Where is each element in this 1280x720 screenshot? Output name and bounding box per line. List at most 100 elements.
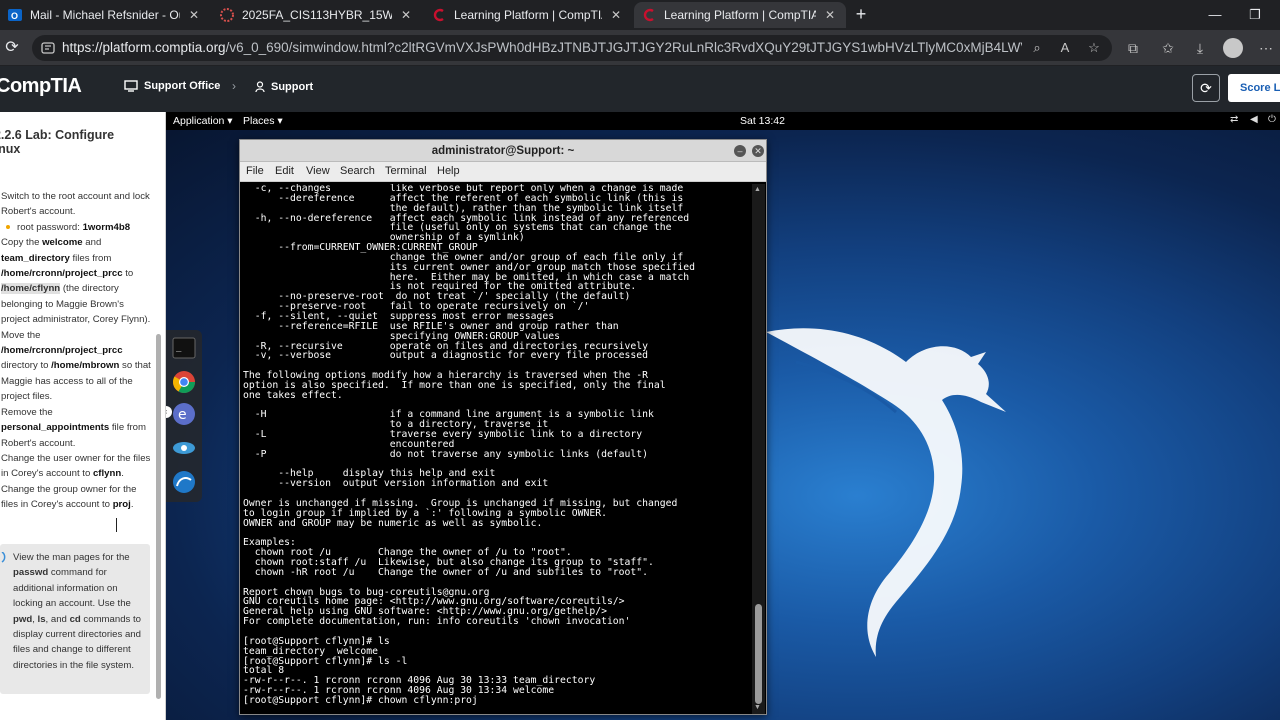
step-keyword: /home/rcronn/project_prcc xyxy=(1,345,123,357)
step-text: Remove the xyxy=(1,406,53,418)
downloads-icon[interactable]: ⤓ xyxy=(1190,39,1210,57)
menu-view[interactable]: View xyxy=(306,165,330,177)
score-lab-button[interactable]: Score Lab xyxy=(1228,74,1280,102)
browser-e-icon[interactable]: e xyxy=(172,402,196,426)
step-keyword: proj xyxy=(112,499,131,511)
hint-keyword: ls xyxy=(37,613,46,625)
tab-outlook[interactable]: O Mail - Michael Refsnider - Outlook ✕ xyxy=(0,2,210,28)
menu-file[interactable]: File xyxy=(246,165,264,177)
minimize-window-button[interactable]: – xyxy=(734,145,746,157)
eye-icon[interactable] xyxy=(172,436,196,460)
step-remove-file: Remove the personal_appointments file fr… xyxy=(1,405,153,451)
minimize-button[interactable]: — xyxy=(1200,4,1230,26)
step-text: Move the xyxy=(1,329,41,341)
places-menu[interactable]: Places ▾ xyxy=(243,115,283,127)
step-keyword: personal_appointments xyxy=(1,422,110,434)
favorite-star-icon[interactable]: ☆ xyxy=(1085,39,1103,57)
outlook-icon: O xyxy=(8,9,22,21)
reload-icon[interactable]: ⟳ xyxy=(2,38,22,58)
terminal-output-area[interactable]: -c, --changes like verbose but report on… xyxy=(243,184,749,714)
zoom-icon[interactable]: ⌕ xyxy=(1028,39,1046,57)
step-copy-files: Copy the welcome and team_directory file… xyxy=(1,235,153,327)
step-lock-account: Switch to the root account and lock Robe… xyxy=(1,189,153,220)
power-icon[interactable]: ⏻ xyxy=(1268,114,1276,125)
instruction-list: Switch to the root account and lock Robe… xyxy=(1,189,153,513)
terminal-window[interactable]: administrator@Support: ~ – ✕ File Edit V… xyxy=(239,139,767,715)
comptia-icon xyxy=(643,8,654,22)
hint-text: View the man pages for the passwd comman… xyxy=(13,550,147,673)
tab-label: Learning Platform | CompTIA xyxy=(664,8,816,22)
url-text[interactable]: https://platform.comptia.org/v6_0_690/si… xyxy=(62,40,1022,55)
application-menu[interactable]: Application ▾ xyxy=(173,115,233,127)
chrome-icon[interactable] xyxy=(172,370,196,394)
url-path: /v6_0_690/simwindow.html?c2ltRGVmVXJsPWh… xyxy=(225,40,1022,55)
browser-toolbar: ⟳ https://platform.comptia.org/v6_0_690/… xyxy=(0,30,1280,66)
menu-terminal[interactable]: Terminal xyxy=(385,165,427,177)
step-keyword: /home/mbrown xyxy=(51,360,120,372)
step-keyword: team_directory xyxy=(1,252,70,264)
scrollbar-thumb[interactable] xyxy=(755,604,762,704)
more-menu-icon[interactable]: ⋯ xyxy=(1256,39,1276,57)
profile-avatar[interactable] xyxy=(1223,38,1243,58)
tab-comptia-1[interactable]: Learning Platform | CompTIA ✕ xyxy=(424,2,632,28)
tab-course[interactable]: 2025FA_CIS113HYBR_15WK IT Ha... ✕ xyxy=(212,2,422,28)
step-text: . xyxy=(121,468,124,480)
site-info-icon[interactable] xyxy=(40,40,56,56)
kali-app-icon[interactable] xyxy=(172,470,196,494)
close-window-button[interactable]: ✕ xyxy=(752,145,764,157)
person-icon xyxy=(255,81,265,93)
support-nav[interactable]: Support xyxy=(255,81,313,93)
lab-title-text: 12.2.6 Lab: Configure Linux xyxy=(0,128,115,156)
maximize-button[interactable]: ❐ xyxy=(1240,4,1270,26)
gnome-top-bar: Application ▾ Places ▾ Sat 13:42 ⇄ ◀ ⏻ xyxy=(166,112,1280,130)
kali-dragon-logo xyxy=(766,328,1006,657)
application-dock: _ e xyxy=(166,330,202,502)
step-text: . xyxy=(130,499,134,511)
monitor-icon xyxy=(124,80,138,92)
tab-comptia-2[interactable]: Learning Platform | CompTIA ✕ xyxy=(634,2,846,28)
terminal-menubar: File Edit View Search Terminal Help xyxy=(240,162,766,182)
terminal-icon[interactable]: _ xyxy=(172,336,196,360)
new-tab-button[interactable]: + xyxy=(850,4,872,26)
step-text: Switch to the root account and lock Robe… xyxy=(1,191,150,218)
step-text: and xyxy=(82,237,102,249)
lab-title: 12.2.6 Lab: Configure Linux xyxy=(0,128,137,156)
menu-help[interactable]: Help xyxy=(437,165,460,177)
close-icon[interactable]: ✕ xyxy=(822,8,838,22)
step-move-directory: Move the /home/rcronn/project_prcc direc… xyxy=(1,328,153,405)
lightbulb-icon xyxy=(1,552,6,563)
course-icon xyxy=(220,8,234,22)
tab-label: Learning Platform | CompTIA xyxy=(454,8,602,22)
lab-refresh-button[interactable]: ⟳ xyxy=(1192,74,1220,102)
scroll-down-arrow[interactable]: ▼ xyxy=(754,704,761,711)
menu-search[interactable]: Search xyxy=(340,165,375,177)
close-icon[interactable]: ✕ xyxy=(608,8,624,22)
svg-text:_: _ xyxy=(176,343,182,353)
browser-tab-strip: O Mail - Michael Refsnider - Outlook ✕ 2… xyxy=(0,0,1280,30)
close-icon[interactable]: ✕ xyxy=(186,8,202,22)
step-text: files from xyxy=(69,252,112,264)
address-bar[interactable]: https://platform.comptia.org/v6_0_690/si… xyxy=(32,35,1112,61)
step-text: directory to xyxy=(1,360,52,372)
menu-edit[interactable]: Edit xyxy=(275,165,294,177)
extensions-icon[interactable]: ⧉ xyxy=(1123,39,1143,57)
close-icon[interactable]: ✕ xyxy=(398,8,414,22)
instructions-scrollbar[interactable] xyxy=(156,334,161,699)
favorites-icon[interactable]: ✩ xyxy=(1158,39,1178,57)
svg-text:e: e xyxy=(178,407,187,423)
step-text: Copy the xyxy=(1,237,43,249)
hint-keyword: cd xyxy=(69,613,81,625)
comptia-logo[interactable]: CompTIA xyxy=(0,75,82,98)
read-aloud-icon[interactable]: A xyxy=(1056,39,1074,57)
network-icon[interactable]: ⇄ xyxy=(1230,114,1238,125)
scroll-up-arrow[interactable]: ▲ xyxy=(754,186,761,193)
volume-icon[interactable]: ◀ xyxy=(1250,114,1258,125)
tab-label: Mail - Michael Refsnider - Outlook xyxy=(30,8,180,22)
support-office-nav[interactable]: Support Office xyxy=(124,80,220,92)
hint-part: , and xyxy=(45,613,70,625)
terminal-scrollbar[interactable]: ▲ ▼ xyxy=(752,184,765,714)
bullet-label: root password: xyxy=(17,221,83,233)
root-password-value: 1worm4b8 xyxy=(82,221,131,233)
vm-desktop[interactable]: Application ▾ Places ▾ Sat 13:42 ⇄ ◀ ⏻ _… xyxy=(166,112,1280,720)
lab-instructions-panel: 12.2.6 Lab: Configure Linux Switch to th… xyxy=(0,112,166,720)
